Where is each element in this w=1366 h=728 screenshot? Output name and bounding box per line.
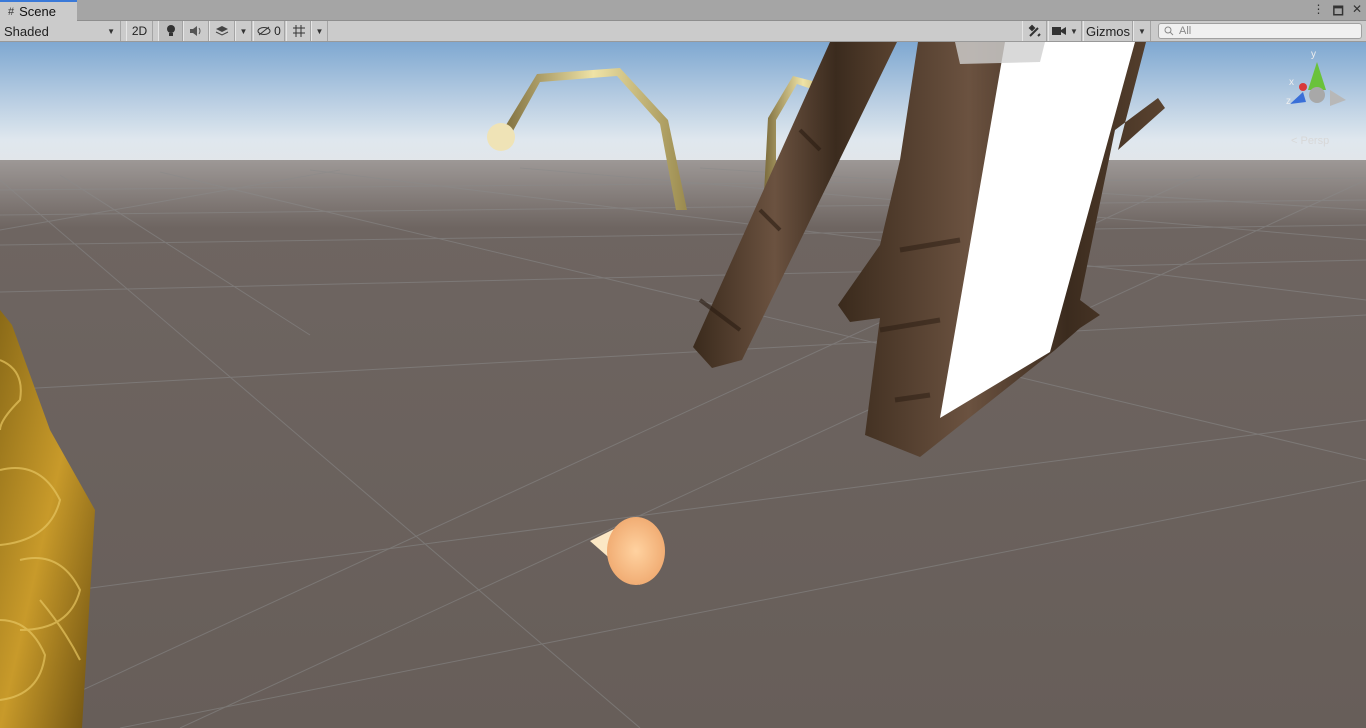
chevron-down-icon: ▼ xyxy=(239,26,248,36)
scene-viewport[interactable]: y x z < Persp xyxy=(0,42,1366,728)
layers-icon xyxy=(215,26,229,36)
gizmo-center[interactable] xyxy=(1309,87,1325,103)
chevron-down-icon: ▼ xyxy=(1070,26,1078,36)
chevron-down-icon: ▼ xyxy=(107,26,115,36)
search-input[interactable]: All xyxy=(1158,23,1362,39)
lightbulb-icon xyxy=(166,25,175,36)
tools-button[interactable] xyxy=(1022,21,1047,41)
camera-settings-button[interactable]: ▼ xyxy=(1048,21,1082,41)
toggle-2d-button[interactable]: 2D xyxy=(126,21,153,41)
lighting-toggle-button[interactable] xyxy=(158,21,183,41)
scene-render[interactable]: y x z xyxy=(0,42,1366,728)
search-placeholder: All xyxy=(1179,25,1192,37)
more-menu-icon[interactable]: ⋮ xyxy=(1313,2,1325,23)
tab-bar: # Scene ⋮ 🗖 ✕ xyxy=(0,0,1366,21)
projection-toggle[interactable]: < Persp xyxy=(1291,135,1329,147)
grid-dropdown[interactable]: ▼ xyxy=(311,21,328,41)
tab-scene-label: Scene xyxy=(19,4,56,19)
tab-scene[interactable]: # Scene xyxy=(0,0,77,21)
gizmo-x-label: x xyxy=(1289,77,1294,88)
grid-icon: # xyxy=(8,5,15,18)
speaker-icon xyxy=(190,26,201,36)
toggle-2d-label: 2D xyxy=(131,24,148,38)
maximize-icon[interactable]: 🗖 xyxy=(1333,2,1344,23)
gizmo-x-axis[interactable] xyxy=(1299,83,1307,91)
shading-mode-dropdown[interactable]: Shaded ▼ xyxy=(0,21,121,41)
eye-slash-icon xyxy=(257,26,271,36)
camera-icon xyxy=(1052,27,1067,35)
chevron-down-icon: ▼ xyxy=(1138,26,1146,36)
shading-mode-label: Shaded xyxy=(4,23,49,39)
ground-plane xyxy=(0,160,1366,728)
chevron-down-icon: ▼ xyxy=(315,26,324,36)
window-controls: ⋮ 🗖 ✕ xyxy=(1313,2,1362,23)
grid-snap-icon xyxy=(292,25,305,37)
effects-dropdown[interactable]: ▼ xyxy=(235,21,252,41)
grid-toggle-button[interactable] xyxy=(286,21,311,41)
effects-toggle-button[interactable] xyxy=(209,21,235,41)
gizmo-y-label: y xyxy=(1311,49,1316,60)
hidden-objects-button[interactable]: 0 xyxy=(253,21,285,41)
hidden-count: 0 xyxy=(274,24,281,38)
gizmo-z-label: z xyxy=(1286,96,1291,107)
search-icon xyxy=(1164,26,1174,36)
close-icon[interactable]: ✕ xyxy=(1352,2,1362,23)
gizmos-dropdown[interactable]: ▼ xyxy=(1133,21,1151,41)
wrench-icon xyxy=(1028,24,1041,37)
gizmos-label: Gizmos xyxy=(1085,23,1131,39)
scene-toolbar: Shaded ▼ 2D ▼ 0 ▼ ▼ Gizmos ▼ All xyxy=(0,21,1366,42)
audio-toggle-button[interactable] xyxy=(183,21,209,41)
gizmos-button[interactable]: Gizmos xyxy=(1083,21,1133,41)
